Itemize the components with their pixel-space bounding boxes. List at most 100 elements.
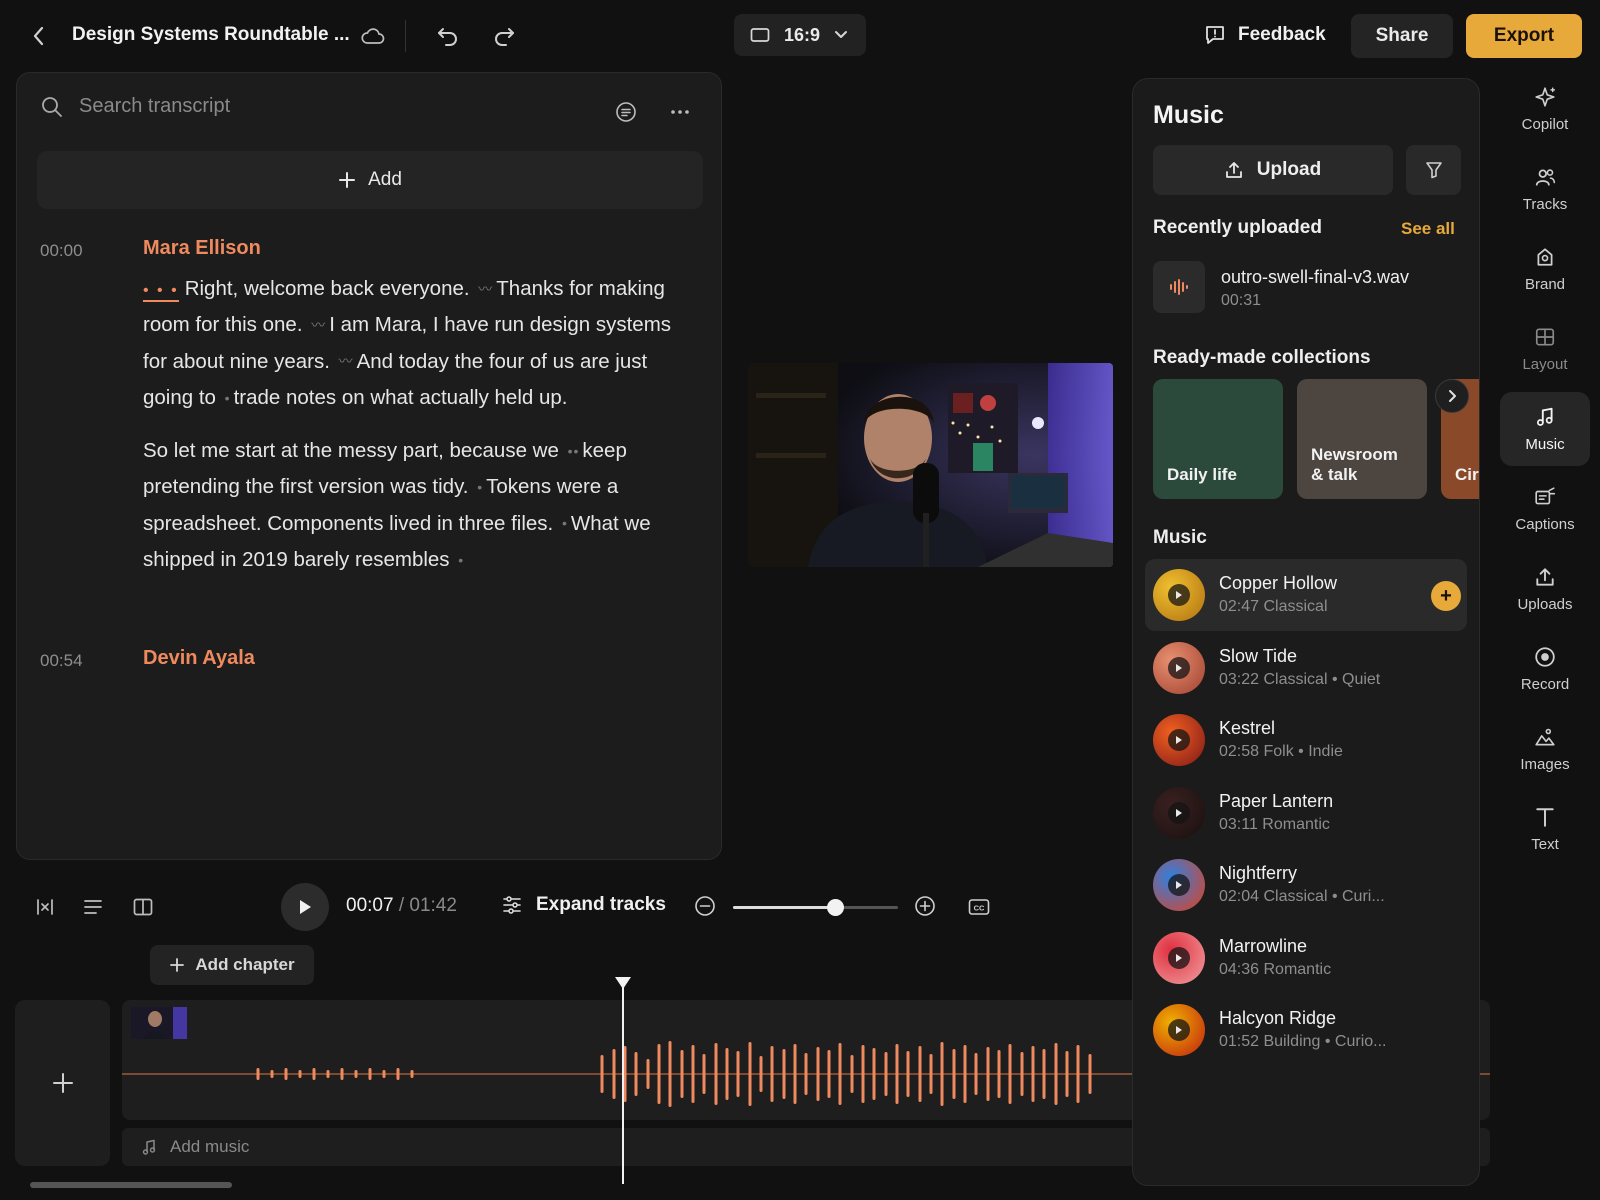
aspect-ratio-select[interactable]: 16:9 bbox=[734, 14, 866, 56]
playhead[interactable] bbox=[615, 977, 631, 1184]
recent-file-duration: 00:31 bbox=[1221, 292, 1262, 309]
waveform-bar bbox=[872, 1048, 876, 1100]
speaker-name[interactable]: Mara Ellison bbox=[143, 237, 261, 260]
rail-item-captions[interactable]: Captions bbox=[1500, 472, 1590, 546]
waveform-bar bbox=[906, 1051, 910, 1097]
song-name: Copper Hollow bbox=[1219, 573, 1338, 593]
rail-item-label: Captions bbox=[1515, 515, 1575, 533]
song-name: Halcyon Ridge bbox=[1219, 1008, 1337, 1028]
redo-button[interactable] bbox=[490, 22, 518, 50]
collections-heading: Ready-made collections bbox=[1153, 347, 1371, 368]
song-cover[interactable] bbox=[1153, 641, 1205, 694]
song-cover[interactable] bbox=[1153, 714, 1205, 766]
waveform-bar bbox=[759, 1056, 763, 1092]
list-circle-icon bbox=[616, 102, 636, 122]
undo-button[interactable] bbox=[434, 22, 462, 50]
waveform-bar bbox=[612, 1049, 616, 1099]
split-view-button[interactable] bbox=[130, 894, 156, 920]
zoom-out-button[interactable] bbox=[693, 894, 717, 918]
add-transcript-button[interactable]: Add bbox=[37, 151, 703, 209]
zoom-slider[interactable] bbox=[733, 899, 898, 916]
pause-dot: • bbox=[477, 479, 484, 496]
add-track-button[interactable] bbox=[15, 1000, 110, 1166]
waveform-bar bbox=[368, 1068, 372, 1080]
speaker-name[interactable]: Devin Ayala bbox=[143, 647, 255, 670]
recent-file-name[interactable]: outro-swell-final-v3.wav bbox=[1221, 267, 1409, 288]
waveform-bar bbox=[284, 1068, 288, 1080]
transcript-paragraph[interactable]: So let me start at the messy part, becau… bbox=[143, 433, 683, 578]
waveform-bar bbox=[895, 1044, 899, 1104]
zoom-slider-fill bbox=[733, 906, 836, 909]
more-options-button[interactable] bbox=[667, 99, 693, 125]
back-button[interactable] bbox=[26, 22, 52, 50]
zoom-slider-knob[interactable] bbox=[827, 899, 845, 916]
expand-tracks-label: Expand tracks bbox=[536, 894, 666, 915]
waveform-bar bbox=[782, 1049, 786, 1099]
upload-music-button[interactable]: Upload bbox=[1153, 145, 1393, 195]
music-list-heading: Music bbox=[1153, 527, 1207, 548]
song-row[interactable]: Slow Tide 03:22 Classical • Quiet bbox=[1145, 632, 1467, 704]
share-button[interactable]: Share bbox=[1351, 14, 1453, 58]
timestamp[interactable]: 00:00 bbox=[40, 241, 83, 261]
song-row[interactable]: Halcyon Ridge 01:52 Building • Curio... bbox=[1145, 994, 1467, 1066]
pause-wave: 〰 bbox=[478, 280, 494, 297]
recent-file-thumbnail[interactable] bbox=[1153, 261, 1205, 313]
add-chapter-button[interactable]: Add chapter bbox=[150, 945, 314, 985]
rail-item-uploads[interactable]: Uploads bbox=[1500, 552, 1590, 626]
transcript-search[interactable]: Search transcript bbox=[41, 95, 230, 118]
rail-item-record[interactable]: Record bbox=[1500, 632, 1590, 706]
waveform-bar bbox=[770, 1046, 774, 1102]
song-row[interactable]: Nightferry 02:04 Classical • Curi... bbox=[1145, 849, 1467, 921]
waveform-bar bbox=[600, 1055, 604, 1093]
rail-item-text[interactable]: Text bbox=[1500, 792, 1590, 866]
export-button[interactable]: Export bbox=[1466, 14, 1582, 58]
timestamp[interactable]: 00:54 bbox=[40, 651, 83, 671]
rail-item-music[interactable]: Music bbox=[1500, 392, 1590, 466]
waveform-bar bbox=[861, 1045, 865, 1103]
song-row[interactable]: Copper Hollow 02:47 Classical + bbox=[1145, 559, 1467, 631]
song-row[interactable]: Kestrel 02:58 Folk • Indie bbox=[1145, 704, 1467, 776]
project-title[interactable]: Design Systems Roundtable ... bbox=[72, 24, 350, 46]
script-view-button[interactable] bbox=[80, 894, 106, 920]
song-row[interactable]: Paper Lantern 03:11 Romantic bbox=[1145, 777, 1467, 849]
collection-card[interactable]: Newsroom & talk bbox=[1297, 379, 1427, 499]
recently-uploaded-heading: Recently uploaded bbox=[1153, 217, 1322, 238]
song-cover[interactable] bbox=[1153, 1004, 1205, 1056]
waveform-bar bbox=[725, 1048, 729, 1100]
rail-item-images[interactable]: Images bbox=[1500, 712, 1590, 786]
text-icon bbox=[1536, 807, 1554, 827]
song-cover[interactable] bbox=[1153, 931, 1205, 984]
record-icon bbox=[1535, 646, 1555, 667]
song-cover[interactable] bbox=[1153, 569, 1205, 621]
play-button[interactable] bbox=[281, 883, 329, 931]
expand-tracks-button[interactable]: Expand tracks bbox=[502, 894, 666, 916]
feedback-button[interactable]: Feedback bbox=[1204, 14, 1326, 56]
rail-item-layout[interactable]: Layout bbox=[1500, 312, 1590, 386]
collection-card[interactable]: Daily life bbox=[1153, 379, 1283, 499]
split-button[interactable] bbox=[32, 894, 58, 920]
transcript-view-button[interactable] bbox=[613, 99, 639, 125]
song-cover[interactable] bbox=[1153, 859, 1205, 911]
rail-item-copilot[interactable]: Copilot bbox=[1500, 72, 1590, 146]
see-all-link[interactable]: See all bbox=[1401, 219, 1455, 239]
waveform-bar bbox=[816, 1047, 820, 1101]
waveform-bar bbox=[1076, 1045, 1080, 1103]
timeline-scrollbar[interactable] bbox=[30, 1182, 232, 1188]
brand-icon bbox=[1537, 247, 1553, 266]
collections-next-button[interactable] bbox=[1435, 379, 1469, 413]
transcript-paragraph[interactable]: • • • Right, welcome back everyone. 〰 Than… bbox=[143, 271, 683, 416]
feedback-label: Feedback bbox=[1238, 24, 1326, 45]
rail-item-brand[interactable]: Brand bbox=[1500, 232, 1590, 306]
captions-toggle-button[interactable]: CC bbox=[966, 894, 992, 920]
song-row[interactable]: Marrowline 04:36 Romantic bbox=[1145, 922, 1467, 994]
song-cover[interactable] bbox=[1153, 786, 1205, 839]
filter-button[interactable] bbox=[1406, 145, 1461, 195]
rail-item-label: Tracks bbox=[1522, 195, 1568, 213]
rail-item-tracks[interactable]: Tracks bbox=[1500, 152, 1590, 226]
waveform-bar bbox=[986, 1047, 990, 1101]
aspect-ratio-value: 16:9 bbox=[784, 24, 821, 45]
search-input[interactable]: Search transcript bbox=[79, 95, 230, 118]
zoom-in-button[interactable] bbox=[913, 894, 937, 918]
add-song-button[interactable]: + bbox=[1431, 581, 1461, 611]
video-preview[interactable] bbox=[748, 363, 1113, 567]
